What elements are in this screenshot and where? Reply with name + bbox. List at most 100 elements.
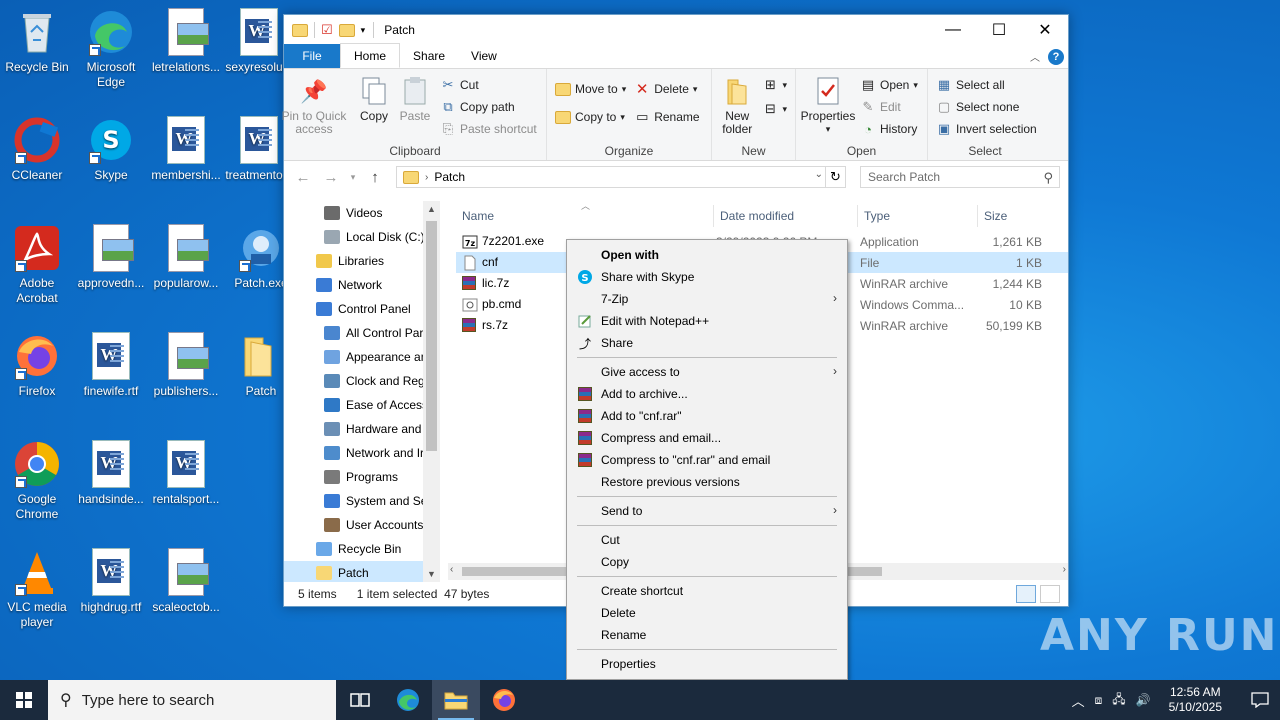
move-to-button[interactable]: Move to ▾ [555,79,626,99]
menu-7zip[interactable]: 7-Zip › [567,288,847,310]
desktop-icon-rentalsport[interactable]: W rentalsport... [149,440,223,507]
desktop-icon-popularow[interactable]: popularow... [149,224,223,291]
select-all-button[interactable]: ▦ Select all [936,75,1037,95]
desktop-icon-letrelations[interactable]: letrelations... [149,8,223,75]
nav-item[interactable]: Network [284,273,440,297]
menu-compress-email[interactable]: Compress and email... [567,427,847,449]
rename-button[interactable]: ▭ Rename [634,107,700,127]
notification-button[interactable] [1240,680,1280,720]
nav-item[interactable]: Recycle Bin [284,537,440,561]
search-input[interactable]: Search Patch ⚲ [860,166,1060,188]
menu-share-skype[interactable]: S Share with Skype [567,266,847,288]
clock[interactable]: 12:56 AM 5/10/2025 [1161,685,1230,715]
nav-item[interactable]: User Accounts [284,513,440,537]
copy-to-button[interactable]: Copy to ▾ [555,107,626,127]
desktop-icon-firefox[interactable]: Firefox [0,332,74,399]
menu-give-access[interactable]: Give access to › [567,361,847,383]
column-size[interactable]: Size [978,205,1056,227]
up-arrow-icon[interactable]: ↑ [364,169,386,186]
close-button[interactable]: ✕ [1022,15,1068,45]
desktop-icon-vlc[interactable]: VLC media player [0,548,74,630]
nav-item[interactable]: Programs [284,465,440,489]
desktop-icon-membershi[interactable]: W membershi... [149,116,223,183]
menu-open-with[interactable]: Open with [567,244,847,266]
forward-arrow-icon[interactable]: → [320,169,342,186]
tab-share[interactable]: Share [400,44,458,68]
properties-button[interactable]: Properties ▾ [800,73,856,144]
paste-shortcut-button[interactable]: ⎘ Paste shortcut [440,119,537,139]
taskbar-search-input[interactable]: ⚲ Type here to search [48,680,336,720]
nav-item[interactable]: Libraries [284,249,440,273]
select-none-button[interactable]: ▢ Select none [936,97,1037,117]
task-view-button[interactable] [336,680,384,720]
details-view-button[interactable] [1016,585,1036,603]
nav-item[interactable]: All Control Par [284,321,440,345]
nav-item[interactable]: Patch [284,561,440,582]
show-hidden-icons-chevron-icon[interactable]: ︿ [1072,691,1085,710]
tab-home[interactable]: Home [340,43,401,68]
menu-rename[interactable]: Rename [567,624,847,646]
tab-view[interactable]: View [458,44,510,68]
scroll-left-icon[interactable]: ‹ [450,564,453,575]
nav-item[interactable]: Appearance an [284,345,440,369]
desktop-icon-skype[interactable]: S Skype [74,116,148,183]
nav-item[interactable]: Videos [284,201,440,225]
refresh-icon[interactable]: ↻ [825,167,845,187]
copy-path-button[interactable]: ⧉ Copy path [440,97,537,117]
properties-icon[interactable]: ☑ [321,22,333,38]
collapse-ribbon-icon[interactable]: ︿ [1030,49,1040,64]
easy-access-button[interactable]: ⊟ ▾ [762,99,787,119]
paste-button[interactable]: Paste [394,73,436,144]
nav-item[interactable]: Control Panel [284,297,440,321]
nav-item[interactable]: Hardware and [284,417,440,441]
help-icon[interactable]: ? [1048,49,1064,65]
menu-add-archive[interactable]: Add to archive... [567,383,847,405]
desktop-icon-scaleoctob[interactable]: scaleoctob... [149,548,223,615]
address-bar[interactable]: › Patch ⌄ ↻ [396,166,846,188]
recent-dropdown-icon[interactable]: ▾ [348,172,358,183]
open-button[interactable]: ▤ Open ▾ [860,75,918,95]
desktop-icon-handsinde[interactable]: W handsinde... [74,440,148,507]
taskbar-file-explorer[interactable] [432,680,480,720]
edit-button[interactable]: ✎ Edit [860,97,918,117]
menu-compress-cnf-email[interactable]: Compress to "cnf.rar" and email [567,449,847,471]
desktop-icon-ccleaner[interactable]: CCleaner [0,116,74,183]
back-arrow-icon[interactable]: ← [292,169,314,186]
nav-item[interactable]: Local Disk (C:) [284,225,440,249]
menu-cut[interactable]: Cut [567,529,847,551]
nav-item[interactable]: Ease of Access [284,393,440,417]
device-icon[interactable]: ⧈ [1095,693,1103,708]
desktop-icon-adobe-acrobat[interactable]: Adobe Acrobat [0,224,74,306]
taskbar-firefox[interactable] [480,680,528,720]
large-icons-view-button[interactable] [1040,585,1060,603]
desktop-icon-approvedn[interactable]: approvedn... [74,224,148,291]
delete-button[interactable]: ✕ Delete ▾ [634,79,699,99]
nav-scroll-thumb[interactable] [426,221,437,451]
volume-icon[interactable]: 🔊 [1136,693,1151,707]
menu-send-to[interactable]: Send to › [567,500,847,522]
nav-item[interactable]: System and Sec [284,489,440,513]
minimize-button[interactable]: — [930,15,976,45]
desktop-icon-publishers[interactable]: publishers... [149,332,223,399]
customize-dropdown-icon[interactable]: ▾ [361,25,366,36]
menu-delete[interactable]: Delete [567,602,847,624]
tab-file[interactable]: File [284,44,340,68]
nav-scrollbar[interactable]: ▲ ▼ [423,201,440,582]
title-bar[interactable]: ☑ ▾ Patch — ☐ ✕ [284,15,1068,45]
address-dropdown-icon[interactable]: ⌄ [815,169,823,180]
maximize-button[interactable]: ☐ [976,15,1022,45]
scroll-right-icon[interactable]: › [1063,564,1066,575]
menu-properties[interactable]: Properties [567,653,847,675]
desktop-icon-highdrug[interactable]: W highdrug.rtf [74,548,148,615]
menu-edit-notepad[interactable]: Edit with Notepad++ [567,310,847,332]
menu-restore-versions[interactable]: Restore previous versions [567,471,847,493]
cut-button[interactable]: ✂ Cut [440,75,537,95]
column-type[interactable]: Type [858,205,978,227]
desktop-icon-finewife[interactable]: W finewife.rtf [74,332,148,399]
start-button[interactable] [0,680,48,720]
invert-selection-button[interactable]: ▣ Invert selection [936,119,1037,139]
taskbar-edge[interactable] [384,680,432,720]
new-folder-button[interactable]: New folder [716,73,758,144]
pin-quick-access-button[interactable]: 📌 Pin to Quick access [282,73,347,144]
menu-create-shortcut[interactable]: Create shortcut [567,580,847,602]
